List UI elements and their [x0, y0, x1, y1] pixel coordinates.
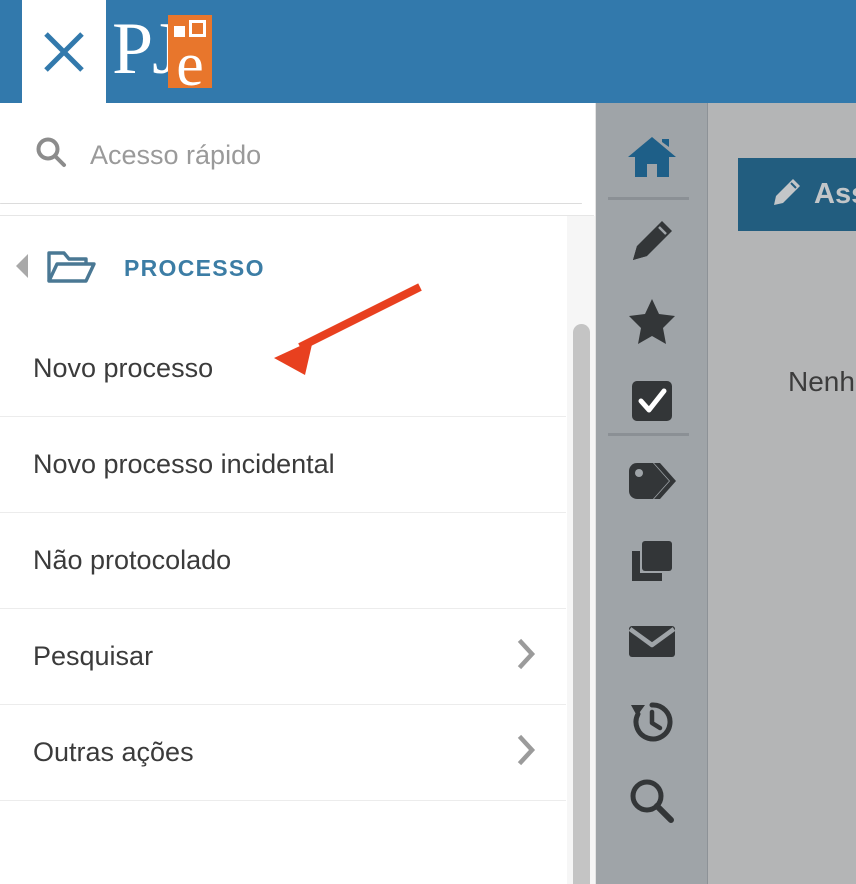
- menu-item-label: Novo processo: [33, 352, 214, 383]
- menu-list: Novo processo Novo processo incidental N…: [0, 320, 566, 801]
- empty-state-message: Nenhum documento: [788, 366, 856, 397]
- history-icon: [628, 697, 676, 750]
- star-icon: [627, 297, 677, 350]
- rail-item-history[interactable]: [596, 683, 707, 763]
- rail-item-favorites[interactable]: [596, 283, 707, 363]
- pencil-icon: [772, 177, 802, 212]
- logo-e-badge: e: [167, 14, 212, 88]
- quick-access-menu-panel: PROCESSO Novo processo Novo processo inc…: [0, 103, 596, 884]
- rail-separator: [608, 197, 689, 200]
- menu-item-label: Outras ações: [33, 737, 194, 767]
- close-icon: [41, 29, 87, 75]
- search-icon: [34, 136, 68, 175]
- sign-button[interactable]: Assinar: [738, 158, 856, 231]
- tag-icon: [626, 459, 678, 508]
- section-title: PROCESSO: [124, 254, 265, 281]
- folder-open-icon: [46, 247, 96, 290]
- logo-e-text: e: [176, 30, 204, 88]
- menu-item-outras-acoes[interactable]: Outras ações: [0, 704, 566, 800]
- menu-item-label: Não protocolado: [33, 545, 232, 575]
- document-content-panel: Assinar Nenhum documento: [708, 103, 856, 884]
- rail-item-edit[interactable]: [596, 203, 707, 283]
- rail-item-tasks[interactable]: [596, 363, 707, 443]
- app-header: PJ e: [0, 0, 856, 103]
- envelope-icon: [627, 622, 677, 665]
- copy-icon: [629, 538, 675, 589]
- section-header-processo[interactable]: PROCESSO: [0, 216, 566, 320]
- search-input[interactable]: [90, 139, 510, 171]
- rail-item-tags[interactable]: [596, 443, 707, 523]
- pencil-icon: [629, 218, 675, 269]
- quick-access-search-row: [0, 103, 594, 207]
- chevron-right-icon: [516, 638, 536, 675]
- search-underline: [0, 203, 582, 204]
- sign-button-label: Assinar: [814, 178, 856, 210]
- rail-item-home[interactable]: [596, 119, 707, 199]
- home-icon: [626, 134, 678, 185]
- menu-item-novo-processo-incidental[interactable]: Novo processo incidental: [0, 416, 566, 512]
- icon-rail-sidebar: [596, 103, 708, 884]
- close-menu-button[interactable]: [22, 0, 106, 103]
- rail-item-mail[interactable]: [596, 603, 707, 683]
- menu-item-label: Pesquisar: [33, 641, 154, 671]
- back-caret-icon[interactable]: [14, 252, 32, 285]
- menu-item-pesquisar[interactable]: Pesquisar: [0, 608, 566, 704]
- pje-logo[interactable]: PJ e: [112, 8, 212, 94]
- rail-item-copy[interactable]: [596, 523, 707, 603]
- pje-app-window: PJ e Acesso rápido PROCESSO Novo process…: [0, 0, 856, 884]
- rail-separator: [608, 433, 689, 436]
- menu-item-label: Novo processo incidental: [33, 449, 335, 479]
- chevron-right-icon: [516, 734, 536, 771]
- menu-list-end-divider: [0, 800, 566, 801]
- menu-item-novo-processo[interactable]: Novo processo: [0, 320, 566, 416]
- menu-scrollbar-thumb[interactable]: [573, 324, 590, 884]
- checkbox-checked-icon: [629, 378, 675, 429]
- rail-item-search[interactable]: [596, 763, 707, 843]
- search-icon: [628, 777, 676, 830]
- menu-item-nao-protocolado[interactable]: Não protocolado: [0, 512, 566, 608]
